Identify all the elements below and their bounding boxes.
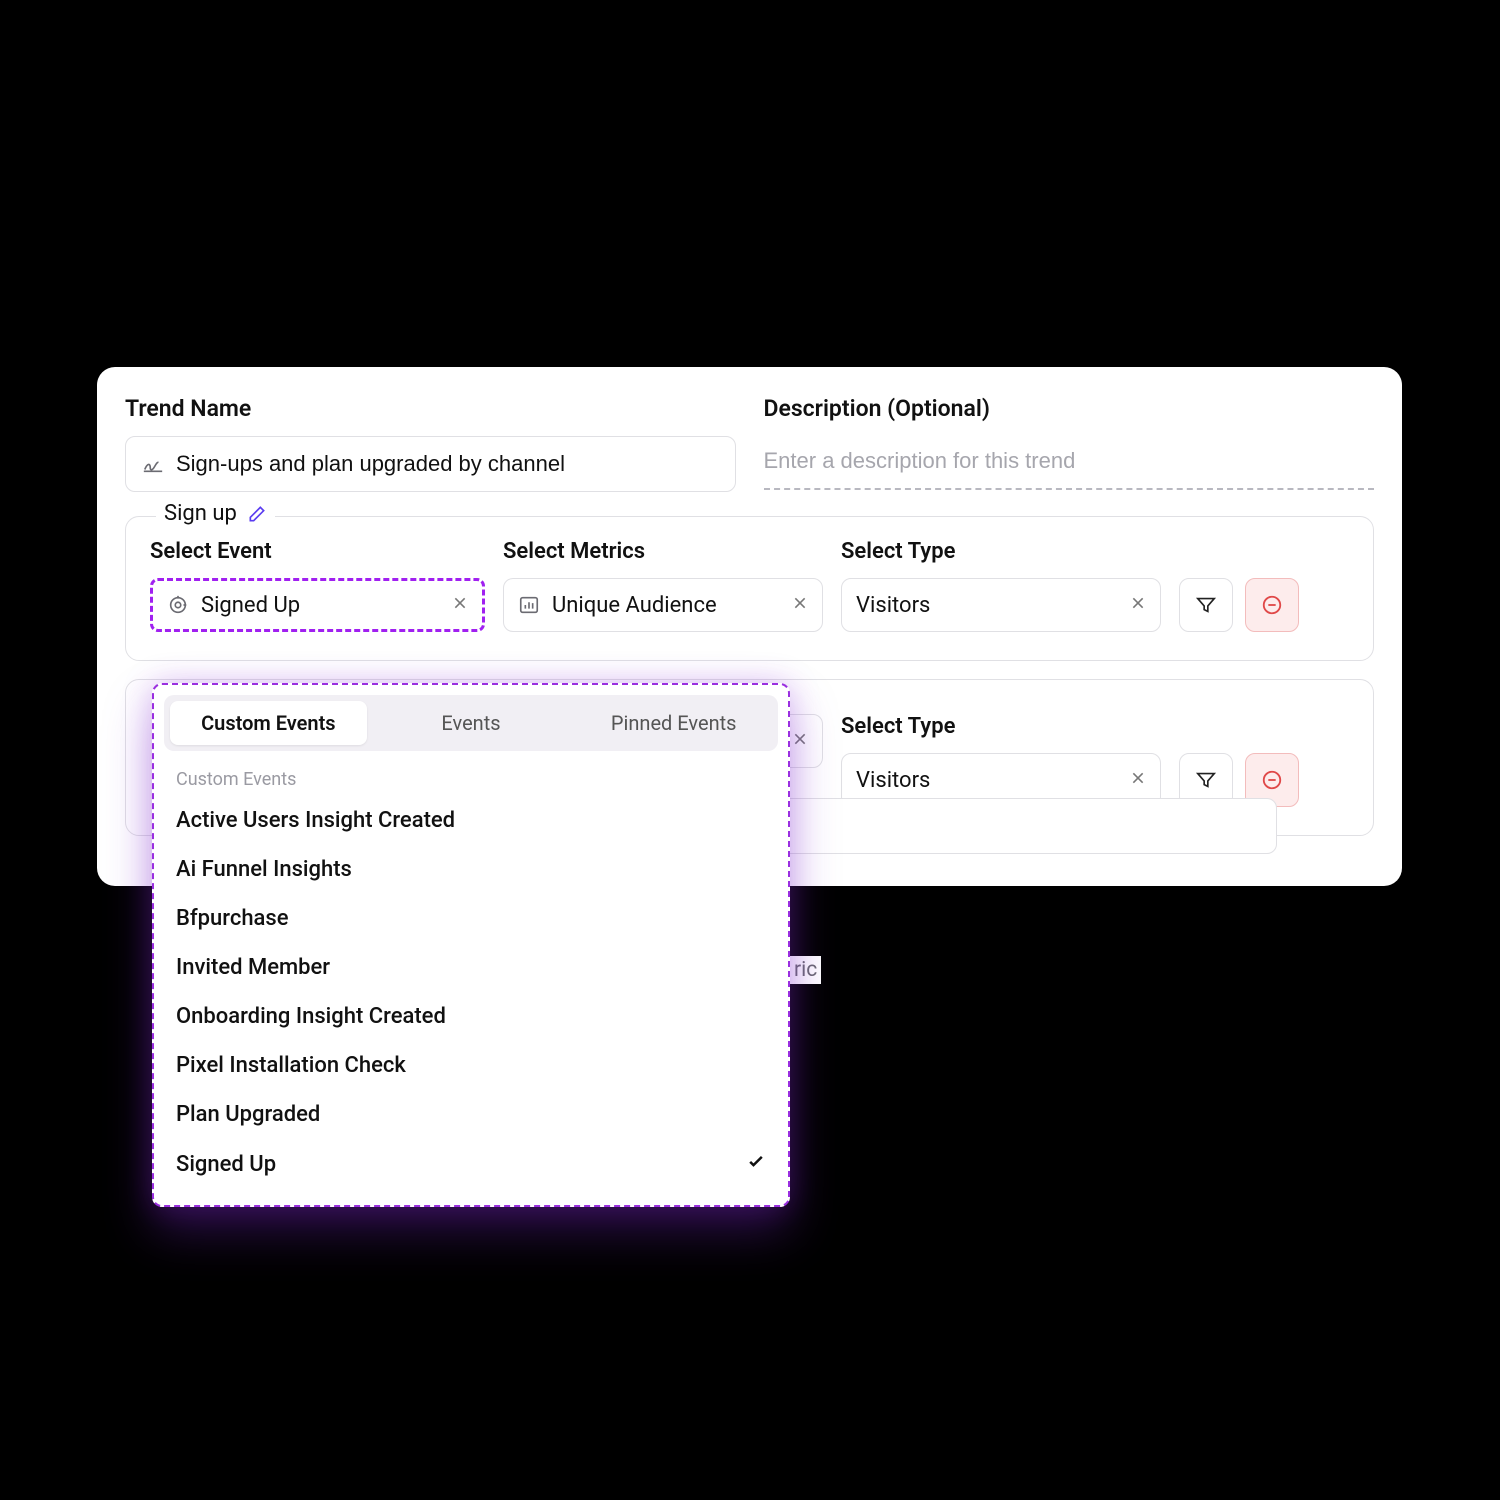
remove-metric-button[interactable] xyxy=(1245,578,1299,632)
event-option[interactable]: Pixel Installation Check xyxy=(164,1041,778,1090)
remove-icon xyxy=(1261,594,1283,616)
type-value: Visitors xyxy=(856,593,1118,618)
check-icon xyxy=(746,1151,766,1177)
event-option[interactable]: Onboarding Insight Created xyxy=(164,992,778,1041)
tab-pinned-events[interactable]: Pinned Events xyxy=(575,701,772,745)
filter-button[interactable] xyxy=(1179,578,1233,632)
trend-name-input[interactable] xyxy=(176,451,719,477)
section-title: Sign up xyxy=(164,501,237,526)
type-value-2: Visitors xyxy=(856,768,1118,793)
filter-icon xyxy=(1195,769,1217,791)
description-input[interactable] xyxy=(764,436,1375,482)
select-type-label-2: Select Type xyxy=(841,714,1161,739)
select-event-label: Select Event xyxy=(150,539,485,564)
event-option[interactable]: Ai Funnel Insights xyxy=(164,845,778,894)
event-option[interactable]: Signed Up xyxy=(164,1139,778,1189)
trend-name-label: Trend Name xyxy=(125,395,736,422)
event-option-label: Pixel Installation Check xyxy=(176,1053,406,1078)
event-option-label: Ai Funnel Insights xyxy=(176,857,352,882)
section-legend: Sign up xyxy=(156,501,275,526)
add-metric-text-fragment: ric xyxy=(790,956,821,984)
trend-name-field[interactable] xyxy=(125,436,736,492)
event-option-label: Active Users Insight Created xyxy=(176,808,455,833)
event-selector[interactable]: Signed Up xyxy=(150,578,485,632)
description-label: Description (Optional) xyxy=(764,395,1375,422)
metrics-value: Unique Audience xyxy=(552,593,780,618)
event-option[interactable]: Invited Member xyxy=(164,943,778,992)
tab-events[interactable]: Events xyxy=(373,701,570,745)
clear-event-icon[interactable] xyxy=(452,595,468,616)
event-option-label: Signed Up xyxy=(176,1152,276,1177)
target-icon xyxy=(167,594,189,616)
edit-icon[interactable] xyxy=(247,504,267,524)
select-metrics-label: Select Metrics xyxy=(503,539,823,564)
event-option[interactable]: Plan Upgraded xyxy=(164,1090,778,1139)
event-dropdown-tabs: Custom Events Events Pinned Events xyxy=(164,695,778,751)
tab-custom-events[interactable]: Custom Events xyxy=(170,701,367,745)
event-dropdown: Custom Events Events Pinned Events Custo… xyxy=(152,683,790,1207)
remove-icon xyxy=(1261,769,1283,791)
event-option-label: Bfpurchase xyxy=(176,906,289,931)
event-option-label: Invited Member xyxy=(176,955,330,980)
clear-type-icon[interactable] xyxy=(1130,595,1146,616)
filter-icon xyxy=(1195,594,1217,616)
event-value: Signed Up xyxy=(201,593,440,618)
bar-chart-icon xyxy=(518,594,540,616)
metrics-selector[interactable]: Unique Audience xyxy=(503,578,823,632)
clear-type-icon[interactable] xyxy=(1130,770,1146,791)
select-type-label: Select Type xyxy=(841,539,1161,564)
event-option-label: Onboarding Insight Created xyxy=(176,1004,446,1029)
type-selector[interactable]: Visitors xyxy=(841,578,1161,632)
event-option[interactable]: Active Users Insight Created xyxy=(164,796,778,845)
signature-icon xyxy=(142,453,164,475)
event-option[interactable]: Bfpurchase xyxy=(164,894,778,943)
metric-section-sign-up: Sign up Select Event Signed Up xyxy=(125,516,1374,661)
clear-metrics-icon[interactable] xyxy=(792,731,808,752)
dropdown-group-label: Custom Events xyxy=(164,759,778,796)
event-option-label: Plan Upgraded xyxy=(176,1102,320,1127)
clear-metrics-icon[interactable] xyxy=(792,595,808,616)
